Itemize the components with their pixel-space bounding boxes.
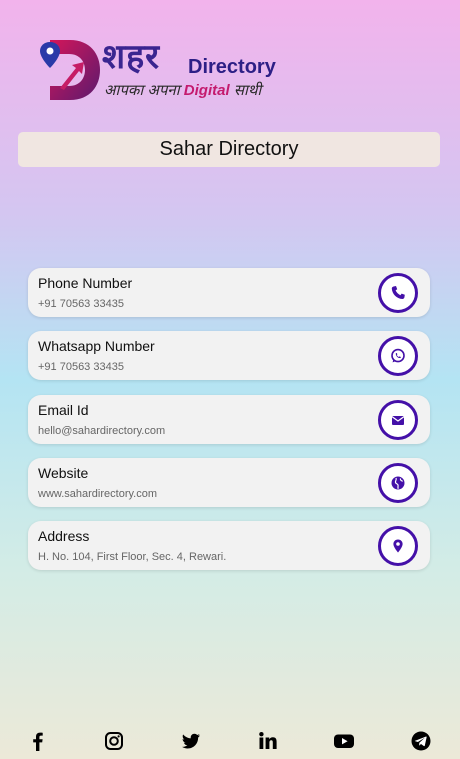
logo-hindi-text: शहर xyxy=(102,37,161,77)
card-label: Address xyxy=(38,528,90,544)
page-title-bar: Sahar Directory xyxy=(18,132,440,167)
logo-mark-icon xyxy=(40,40,100,100)
globe-icon[interactable] xyxy=(378,463,418,503)
logo-tagline: आपका अपना Digital साथी xyxy=(104,80,261,100)
contact-card-phone[interactable]: Phone Number +91 70563 33435 xyxy=(28,268,430,317)
card-value: hello@sahardirectory.com xyxy=(38,425,166,437)
page-title: Sahar Directory xyxy=(159,138,299,160)
tagline-post: साथी xyxy=(233,82,262,99)
mail-icon[interactable] xyxy=(378,400,418,440)
contact-card-website[interactable]: Website www.sahardirectory.com xyxy=(28,458,430,507)
card-value: www.sahardirectory.com xyxy=(38,488,157,500)
whatsapp-icon[interactable] xyxy=(378,336,418,376)
logo-brand-text: Directory xyxy=(188,56,276,78)
twitter-icon[interactable] xyxy=(180,730,202,752)
tagline-digital: Digital xyxy=(183,82,230,99)
contact-card-address[interactable]: Address H. No. 104, First Floor, Sec. 4,… xyxy=(28,521,430,570)
tagline-pre: आपका अपना xyxy=(104,82,180,99)
card-label: Phone Number xyxy=(38,275,133,291)
card-value: +91 70563 33435 xyxy=(38,361,124,373)
brand-logo: शहर Directory आपका अपना Digital साथी xyxy=(40,37,290,104)
card-label: Website xyxy=(38,465,89,481)
phone-icon[interactable] xyxy=(378,273,418,313)
telegram-icon[interactable] xyxy=(410,730,432,752)
location-pin-icon[interactable] xyxy=(378,526,418,566)
card-value: +91 70563 33435 xyxy=(38,298,124,310)
contact-card-whatsapp[interactable]: Whatsapp Number +91 70563 33435 xyxy=(28,331,430,380)
card-label: Whatsapp Number xyxy=(38,338,155,354)
instagram-icon[interactable] xyxy=(103,730,125,752)
contact-card-email[interactable]: Email Id hello@sahardirectory.com xyxy=(28,395,430,444)
card-value: H. No. 104, First Floor, Sec. 4, Rewari. xyxy=(38,551,227,563)
linkedin-icon[interactable] xyxy=(257,730,279,752)
social-links-bar xyxy=(0,722,460,759)
facebook-icon[interactable] xyxy=(27,730,49,752)
card-label: Email Id xyxy=(38,402,89,418)
youtube-icon[interactable] xyxy=(333,730,355,752)
